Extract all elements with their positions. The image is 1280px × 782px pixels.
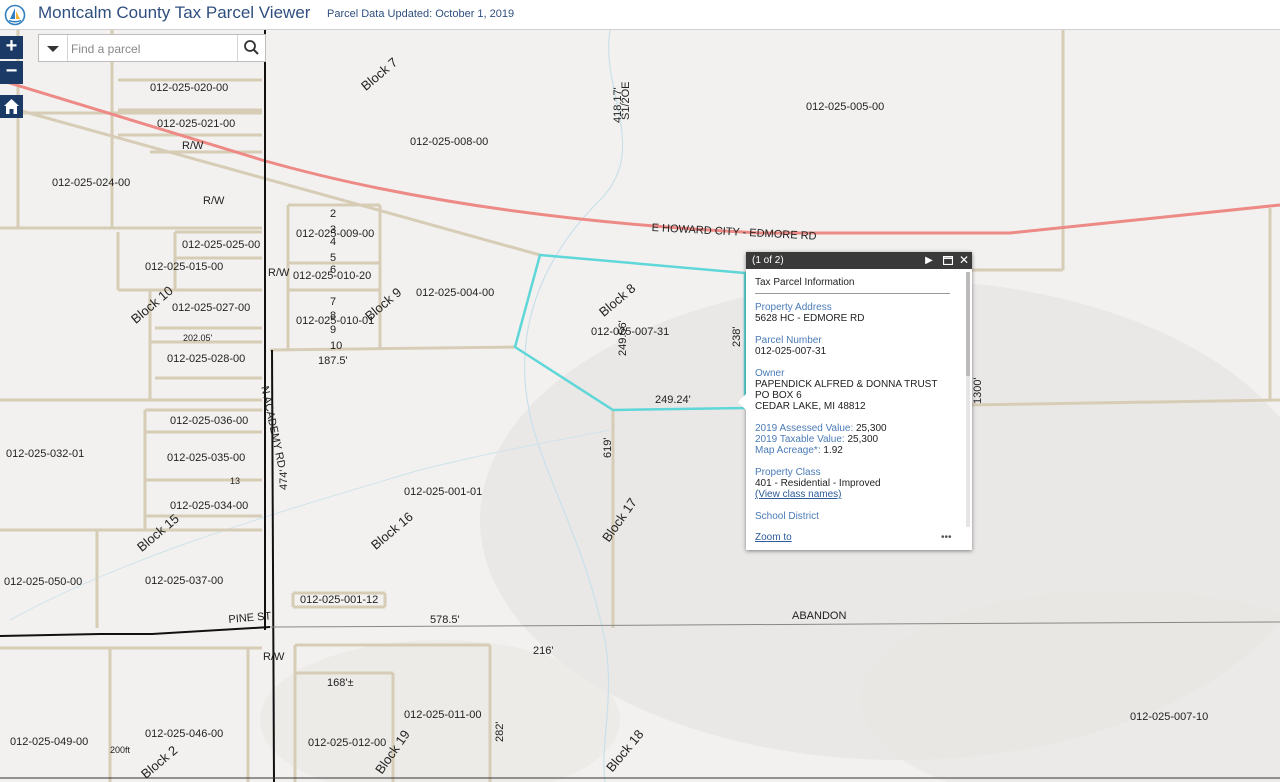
popup-body: Tax Parcel Information Property Address … bbox=[746, 269, 960, 550]
view-class-names-link[interactable]: (View class names) bbox=[755, 489, 960, 500]
acreage-value: 1.92 bbox=[823, 445, 843, 456]
parcel-info-popup: (1 of 2) ▶ ✕ Tax Parcel Information Prop… bbox=[738, 252, 972, 550]
search-button[interactable] bbox=[237, 35, 265, 61]
popup-title: Tax Parcel Information bbox=[755, 277, 855, 288]
taxable-value-row: 2019 Taxable Value: 25,300 bbox=[755, 434, 960, 445]
taxable-value: 25,300 bbox=[847, 434, 879, 445]
taxable-label: 2019 Taxable Value: bbox=[755, 434, 845, 445]
search-icon bbox=[244, 40, 259, 55]
parcel-number-value: 012-025-007-31 bbox=[755, 346, 827, 357]
search-input[interactable] bbox=[69, 37, 239, 61]
assessed-value-row: 2019 Assessed Value: 25,300 bbox=[755, 423, 960, 434]
more-options-icon[interactable]: ••• bbox=[941, 532, 952, 543]
parcel-number-label: Parcel Number bbox=[755, 335, 822, 346]
owner-label: Owner bbox=[755, 368, 785, 379]
acreage-row: Map Acreage*: 1.92 bbox=[755, 445, 960, 456]
next-arrow-icon[interactable]: ▶ bbox=[922, 252, 936, 269]
acreage-label: Map Acreage*: bbox=[755, 445, 821, 456]
school-district-label: School District bbox=[755, 511, 819, 522]
parcel-search-box bbox=[38, 34, 266, 62]
address-label: Property Address bbox=[755, 302, 832, 313]
home-icon bbox=[4, 99, 19, 114]
owner-line3: CEDAR LAKE, MI 48812 bbox=[755, 401, 866, 412]
data-updated-text: Parcel Data Updated: October 1, 2019 bbox=[327, 8, 515, 20]
map-canvas[interactable]: 012-025-020-00 012-025-021-00 012-025-024-… bbox=[0, 30, 1280, 782]
popup-counter: (1 of 2) bbox=[752, 255, 784, 266]
popup-header: (1 of 2) ▶ ✕ bbox=[746, 252, 972, 269]
popup-pointer bbox=[738, 394, 746, 410]
close-icon[interactable]: ✕ bbox=[957, 252, 971, 269]
chevron-down-icon[interactable] bbox=[39, 35, 68, 61]
popup-footer: Zoom to ••• bbox=[746, 532, 972, 550]
zoom-in-button[interactable]: + bbox=[0, 36, 23, 59]
assessed-value: 25,300 bbox=[856, 423, 887, 434]
popup-scrollbar[interactable] bbox=[966, 272, 970, 527]
zoom-out-button[interactable]: − bbox=[0, 61, 23, 84]
home-button[interactable] bbox=[0, 95, 23, 118]
app-header: Montcalm County Tax Parcel Viewer Parcel… bbox=[0, 0, 1280, 30]
app-title: Montcalm County Tax Parcel Viewer bbox=[38, 3, 311, 22]
property-class-value: 401 - Residential - Improved bbox=[755, 478, 881, 489]
maximize-icon[interactable] bbox=[941, 252, 955, 269]
owner-line2: PO BOX 6 bbox=[755, 390, 802, 401]
address-value: 5628 HC - EDMORE RD bbox=[755, 313, 865, 324]
property-class-label: Property Class bbox=[755, 467, 821, 478]
logo-icon bbox=[4, 4, 26, 26]
owner-line1: PAPENDICK ALFRED & DONNA TRUST bbox=[755, 379, 938, 390]
zoom-to-link[interactable]: Zoom to bbox=[755, 532, 792, 543]
popup-divider bbox=[755, 293, 950, 294]
map-layer bbox=[0, 30, 1280, 782]
assessed-label: 2019 Assessed Value: bbox=[755, 423, 854, 434]
popup-scroll-thumb[interactable] bbox=[966, 272, 970, 376]
